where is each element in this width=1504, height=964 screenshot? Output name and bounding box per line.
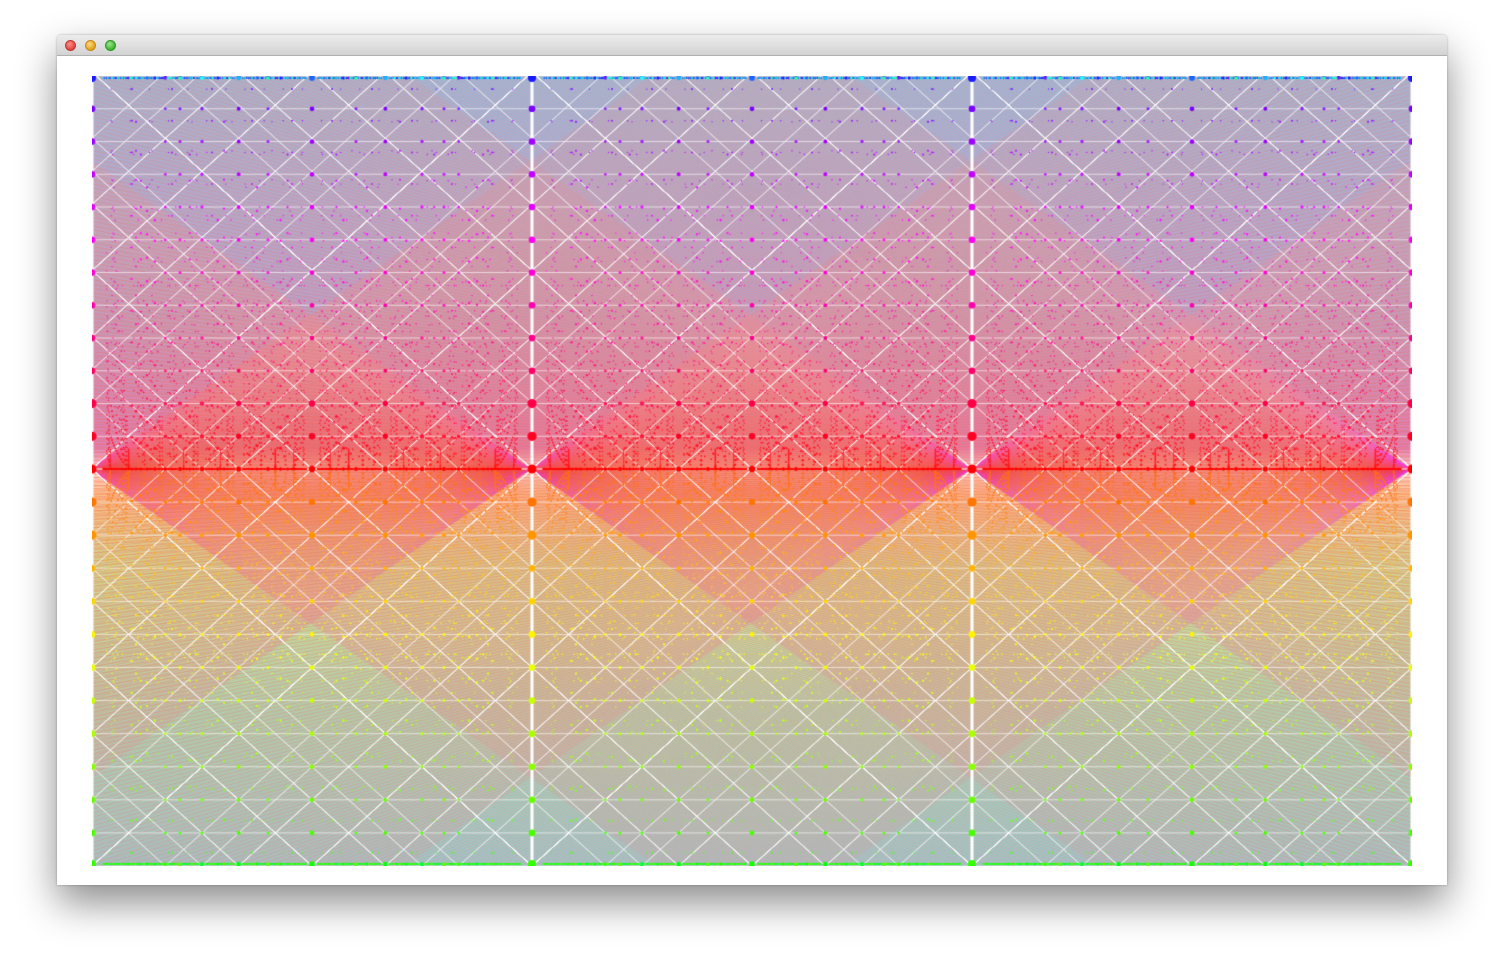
zoom-icon[interactable] bbox=[105, 40, 116, 51]
minimize-icon[interactable] bbox=[85, 40, 96, 51]
pattern-canvas[interactable] bbox=[92, 76, 1412, 866]
app-window bbox=[57, 35, 1447, 885]
title-bar[interactable] bbox=[57, 35, 1447, 56]
close-icon[interactable] bbox=[65, 40, 76, 51]
content-area bbox=[57, 56, 1447, 885]
